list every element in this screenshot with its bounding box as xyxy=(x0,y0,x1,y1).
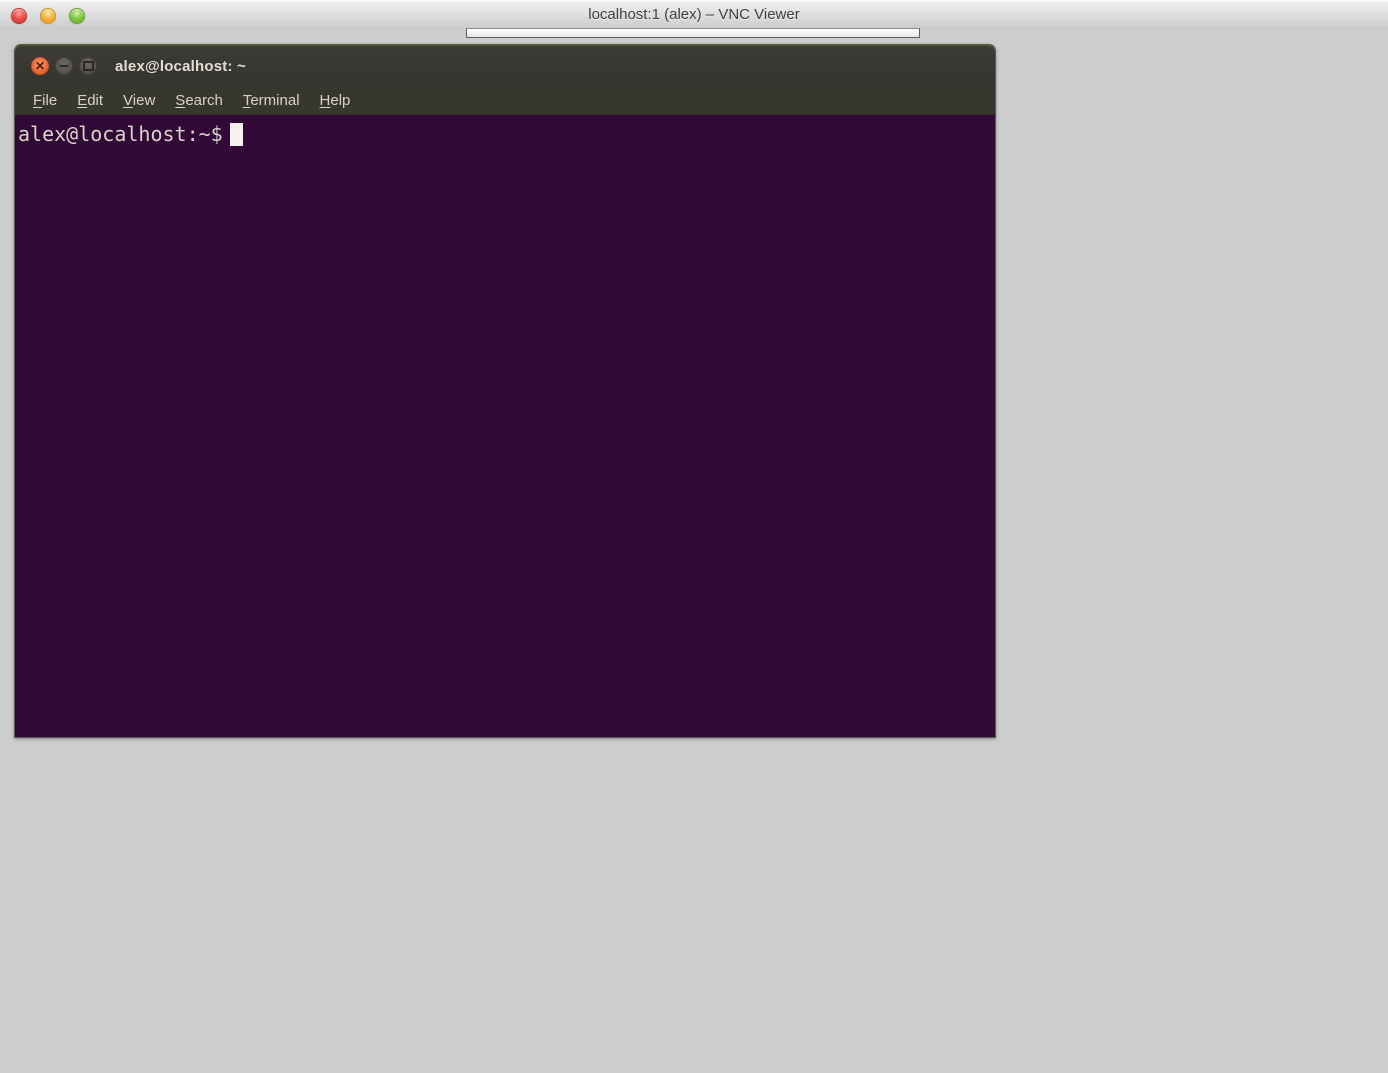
vnc-window-title: localhost:1 (alex) – VNC Viewer xyxy=(0,0,1388,30)
shell-prompt: alex@localhost:~$ xyxy=(18,121,223,147)
terminal-screen[interactable]: alex@localhost:~$ xyxy=(15,115,995,737)
close-button[interactable] xyxy=(11,8,27,24)
menu-help[interactable]: Help xyxy=(310,89,361,112)
remote-desktop: alex@localhost: ~ FileEditViewSearchTerm… xyxy=(0,30,1388,1073)
terminal-menubar: FileEditViewSearchTerminalHelp xyxy=(15,86,995,115)
terminal-title: alex@localhost: ~ xyxy=(115,58,246,75)
vnc-viewer-window: localhost:1 (alex) – VNC Viewer alex@loc… xyxy=(0,0,1388,1073)
terminal-cursor xyxy=(230,123,243,146)
terminal-minimize-icon[interactable] xyxy=(55,57,73,75)
terminal-titlebar[interactable]: alex@localhost: ~ xyxy=(15,46,995,86)
menu-view[interactable]: View xyxy=(113,89,165,112)
minimize-button[interactable] xyxy=(40,8,56,24)
terminal-close-icon[interactable] xyxy=(31,57,49,75)
menu-search[interactable]: Search xyxy=(165,89,233,112)
terminal-window: alex@localhost: ~ FileEditViewSearchTerm… xyxy=(14,44,996,738)
vnc-toolbar-tab[interactable] xyxy=(466,28,920,38)
terminal-prompt-line: alex@localhost:~$ xyxy=(18,121,993,147)
menu-terminal[interactable]: Terminal xyxy=(233,89,310,112)
menu-file[interactable]: File xyxy=(23,89,67,112)
zoom-button[interactable] xyxy=(69,8,85,24)
menu-edit[interactable]: Edit xyxy=(67,89,113,112)
macos-titlebar[interactable]: localhost:1 (alex) – VNC Viewer xyxy=(0,0,1388,31)
terminal-maximize-icon[interactable] xyxy=(79,57,97,75)
traffic-lights xyxy=(11,8,85,24)
